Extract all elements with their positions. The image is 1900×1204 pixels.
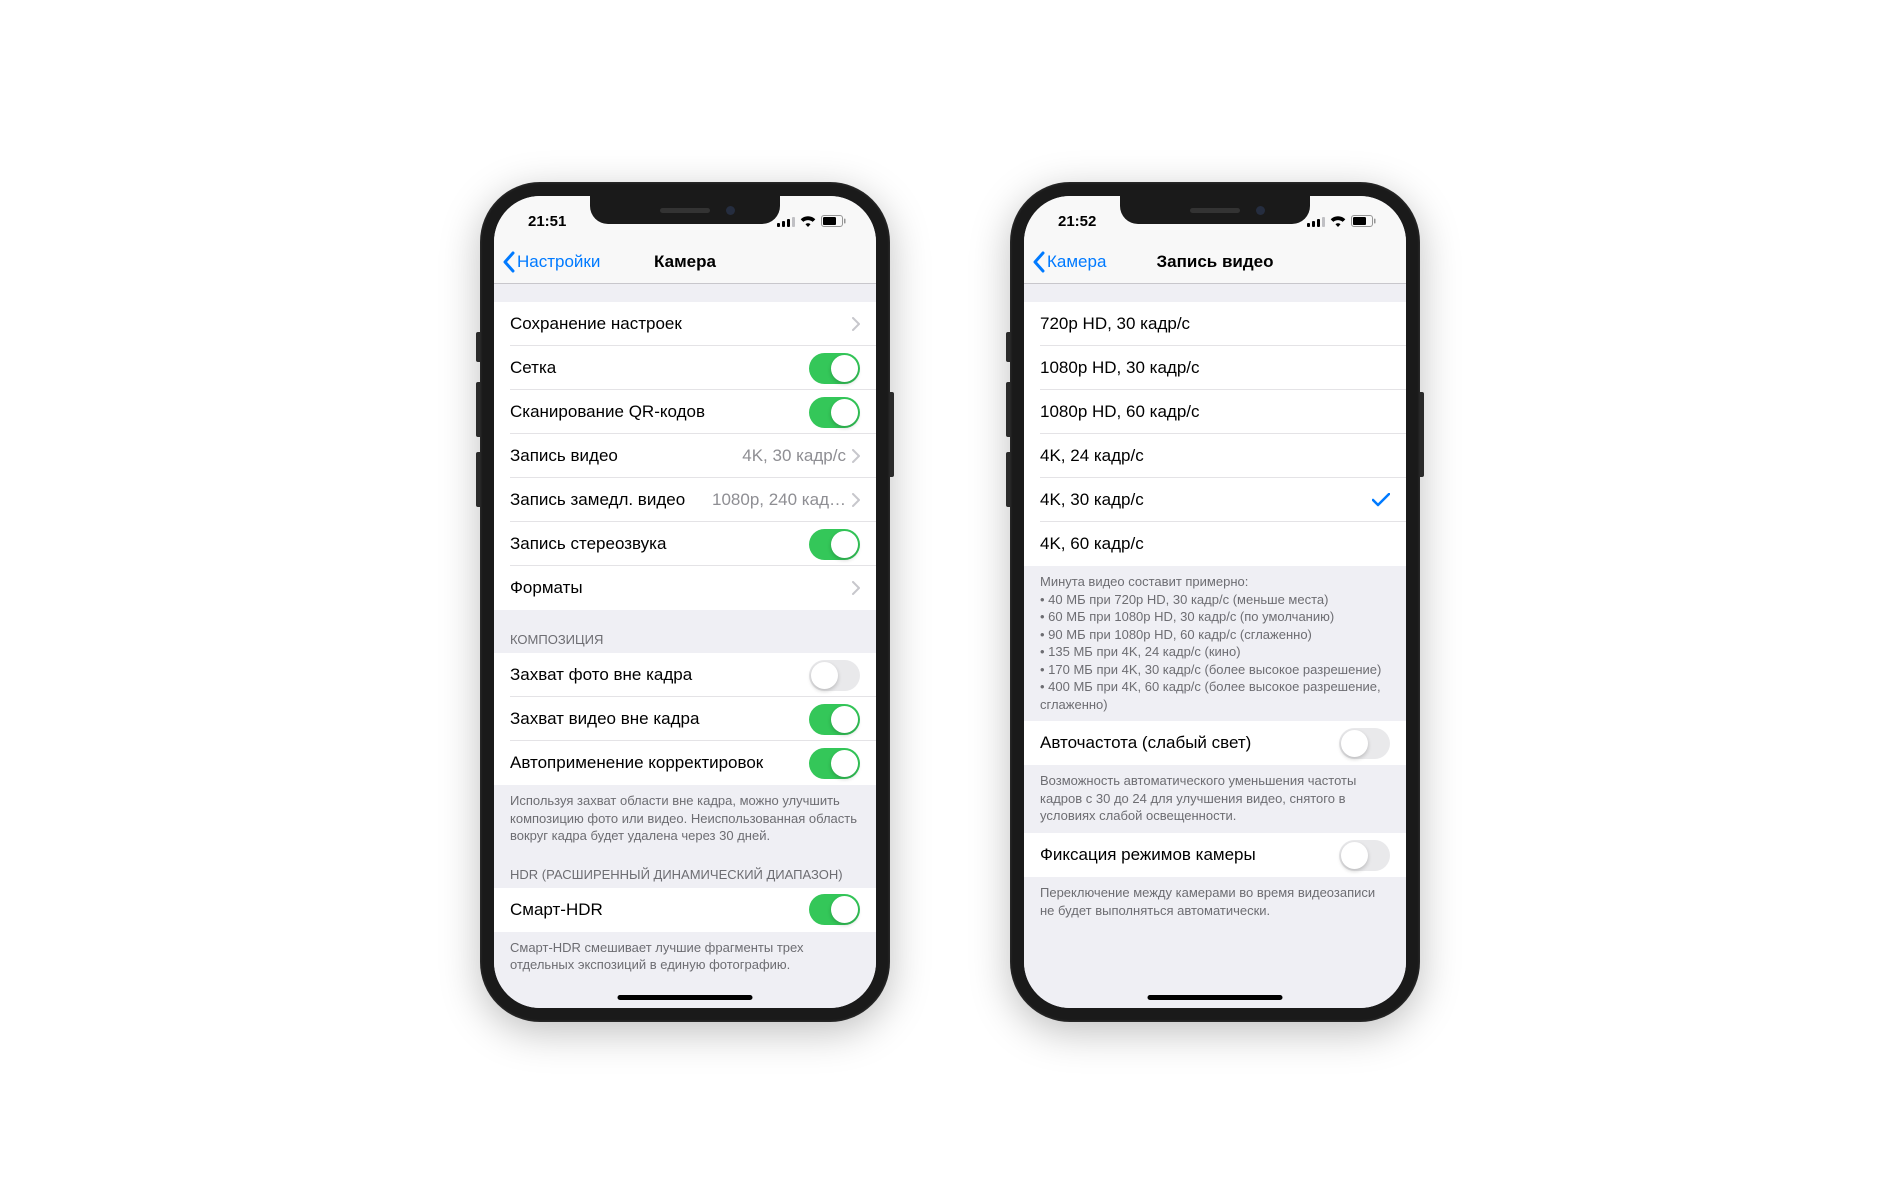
switch-qr[interactable] [809,397,860,428]
footer-bullet: 60 МБ при 1080p HD, 30 кадр/с (по умолча… [1040,608,1390,626]
cell-label: Сканирование QR-кодов [510,402,809,422]
row-autocorrect: Автоприменение корректировок [494,741,876,785]
cell-label: Запись замедл. видео [510,490,712,510]
back-label: Камера [1047,252,1106,272]
cell-label: 4K, 24 кадр/с [1040,446,1390,466]
row-video-option[interactable]: 1080p HD, 30 кадр/с [1024,346,1406,390]
iphone-right: 21:52 Камера Запись видео 720p HD, 30 ка… [1010,182,1420,1022]
section-header-composition: КОМПОЗИЦИЯ [494,610,876,653]
cell-label: Запись стереозвука [510,534,809,554]
cell-detail: 4K, 30 кадр/с [742,446,846,466]
chevron-right-icon [852,493,860,507]
back-button[interactable]: Камера [1032,251,1106,273]
chevron-left-icon [1032,251,1045,273]
battery-icon [1351,215,1376,227]
row-stereo: Запись стереозвука [494,522,876,566]
checkmark-icon [1372,493,1390,507]
row-video-option[interactable]: 4K, 30 кадр/с [1024,478,1406,522]
cell-label: 720p HD, 30 кадр/с [1040,314,1390,334]
section-footer-hdr: Смарт-HDR смешивает лучшие фрагменты тре… [494,932,876,982]
cell-label: Сохранение настроек [510,314,852,334]
page-title: Запись видео [1157,252,1274,272]
notch [1120,196,1310,224]
switch-autocorrect[interactable] [809,748,860,779]
row-preserve-settings[interactable]: Сохранение настроек [494,302,876,346]
row-video-option[interactable]: 1080p HD, 60 кадр/с [1024,390,1406,434]
back-button[interactable]: Настройки [502,251,600,273]
nav-bar: Настройки Камера [494,240,876,284]
cell-label: Фиксация режимов камеры [1040,845,1339,865]
row-video-option[interactable]: 4K, 60 кадр/с [1024,522,1406,566]
notch [590,196,780,224]
switch-auto-fps[interactable] [1339,728,1390,759]
row-record-slomo[interactable]: Запись замедл. видео 1080p, 240 кад… [494,478,876,522]
cell-label: Сетка [510,358,809,378]
switch-grid[interactable] [809,353,860,384]
footer-bullet: 170 МБ при 4K, 30 кадр/с (более высокое … [1040,661,1390,679]
cell-label: 4K, 30 кадр/с [1040,490,1372,510]
switch-photo-outside[interactable] [809,660,860,691]
row-record-video[interactable]: Запись видео 4K, 30 кадр/с [494,434,876,478]
battery-icon [821,215,846,227]
cell-label: Захват фото вне кадра [510,665,809,685]
footer-bullet: 90 МБ при 1080p HD, 60 кадр/с (сглаженно… [1040,626,1390,644]
row-video-option[interactable]: 720p HD, 30 кадр/с [1024,302,1406,346]
switch-smart-hdr[interactable] [809,894,860,925]
row-lock-camera: Фиксация режимов камеры [1024,833,1406,877]
iphone-left: 21:51 Настройки Камера Сохранение настро… [480,182,890,1022]
section-footer-autofps: Возможность автоматического уменьшения ч… [1024,765,1406,833]
page-title: Камера [654,252,716,272]
wifi-icon [1330,216,1346,227]
home-indicator[interactable] [618,995,753,1000]
footer-intro: Минута видео составит примерно: [1040,573,1390,591]
section-header-hdr: HDR (РАСШИРЕННЫЙ ДИНАМИЧЕСКИЙ ДИАПАЗОН) [494,853,876,888]
row-formats[interactable]: Форматы [494,566,876,610]
cell-label: Форматы [510,578,852,598]
switch-lock-camera[interactable] [1339,840,1390,871]
status-time: 21:51 [518,207,566,230]
footer-bullet: 40 МБ при 720p HD, 30 кадр/с (меньше мес… [1040,591,1390,609]
row-auto-fps: Авточастота (слабый свет) [1024,721,1406,765]
row-scan-qr: Сканирование QR-кодов [494,390,876,434]
cell-label: Захват видео вне кадра [510,709,809,729]
cell-label: Авточастота (слабый свет) [1040,733,1339,753]
wifi-icon [800,216,816,227]
cell-label: 4K, 60 кадр/с [1040,534,1390,554]
footer-bullet: 135 МБ при 4K, 24 кадр/с (кино) [1040,643,1390,661]
section-footer-sizes: Минута видео составит примерно: 40 МБ пр… [1024,566,1406,721]
row-smart-hdr: Смарт-HDR [494,888,876,932]
nav-bar: Камера Запись видео [1024,240,1406,284]
cell-label: Смарт-HDR [510,900,809,920]
row-video-outside-frame: Захват видео вне кадра [494,697,876,741]
row-video-option[interactable]: 4K, 24 кадр/с [1024,434,1406,478]
section-footer-lock: Переключение между камерами во время вид… [1024,877,1406,927]
chevron-left-icon [502,251,515,273]
video-resolution-options: 720p HD, 30 кадр/с 1080p HD, 30 кадр/с 108… [1024,302,1406,566]
back-label: Настройки [517,252,600,272]
chevron-right-icon [852,317,860,331]
chevron-right-icon [852,449,860,463]
cellular-icon [777,216,795,227]
row-photo-outside-frame: Захват фото вне кадра [494,653,876,697]
row-grid: Сетка [494,346,876,390]
cell-label: 1080p HD, 60 кадр/с [1040,402,1390,422]
cell-label: Запись видео [510,446,742,466]
footer-bullet: 400 МБ при 4K, 60 кадр/с (более высокое … [1040,678,1390,713]
switch-video-outside[interactable] [809,704,860,735]
chevron-right-icon [852,581,860,595]
switch-stereo[interactable] [809,529,860,560]
cell-label: 1080p HD, 30 кадр/с [1040,358,1390,378]
cell-detail: 1080p, 240 кад… [712,490,846,510]
cellular-icon [1307,216,1325,227]
status-time: 21:52 [1048,207,1096,230]
cell-label: Автоприменение корректировок [510,753,809,773]
section-footer-composition: Используя захват области вне кадра, можн… [494,785,876,853]
home-indicator[interactable] [1148,995,1283,1000]
